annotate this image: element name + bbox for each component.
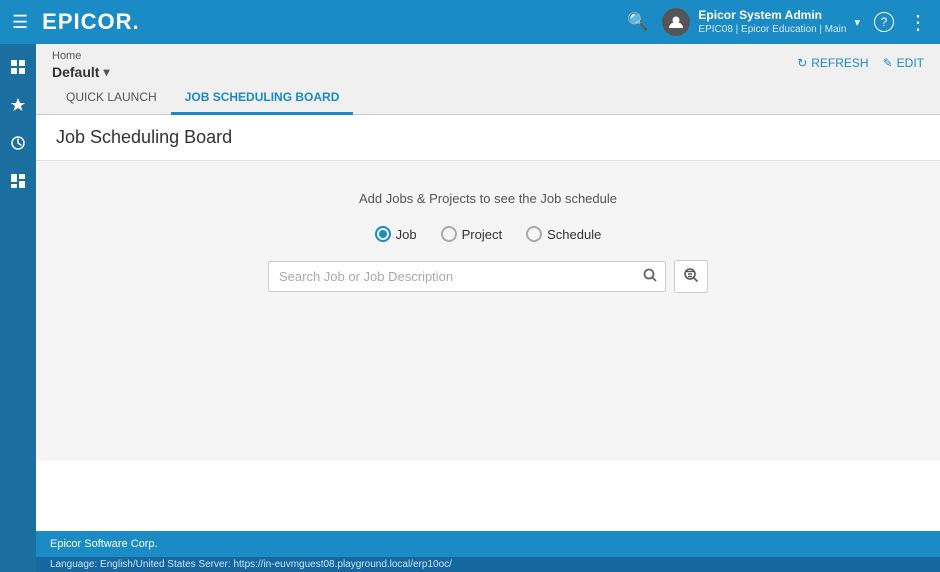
footer-company: Epicor Software Corp. <box>50 535 926 553</box>
tabs-bar: QUICK LAUNCH JOB SCHEDULING BOARD <box>36 82 940 115</box>
search-input[interactable] <box>269 262 635 291</box>
edit-icon: ✎ <box>883 56 893 70</box>
breadcrumb-home: Home <box>52 50 109 62</box>
page-title-bar: Job Scheduling Board <box>36 115 940 161</box>
breadcrumb-bar: Home Default ▾ ↻ REFRESH ✎ EDIT <box>36 44 940 80</box>
radio-project-circle <box>441 226 457 242</box>
radio-group: Job Project Schedule <box>375 226 602 242</box>
sidebar <box>0 44 36 572</box>
footer-wrapper: Epicor Software Corp. Language: English/… <box>36 531 940 572</box>
user-section[interactable]: Epicor System Admin EPIC08 | Epicor Educ… <box>662 8 860 37</box>
refresh-label: REFRESH <box>811 56 868 70</box>
sidebar-apps-icon[interactable] <box>3 52 33 82</box>
sidebar-dashboard-icon[interactable] <box>3 166 33 196</box>
page-title: Job Scheduling Board <box>56 127 920 148</box>
help-icon[interactable]: ? <box>874 12 894 32</box>
footer-sub: Language: English/United States Server: … <box>36 557 940 572</box>
breadcrumb-title: Default ▾ <box>52 64 109 80</box>
breadcrumb-default-label: Default <box>52 64 99 80</box>
sidebar-favorites-icon[interactable] <box>3 90 33 120</box>
search-input-wrapper <box>268 261 666 292</box>
radio-schedule-label: Schedule <box>547 227 601 242</box>
more-options-icon[interactable]: ⋮ <box>908 10 928 35</box>
radio-job-circle <box>375 226 391 242</box>
edit-label: EDIT <box>897 56 924 70</box>
search-submit-button[interactable] <box>635 262 665 291</box>
main-layout: Home Default ▾ ↻ REFRESH ✎ EDIT QU <box>0 44 940 572</box>
search-row <box>268 260 708 293</box>
tab-job-scheduling-board[interactable]: JOB SCHEDULING BOARD <box>171 82 354 115</box>
breadcrumb-actions: ↻ REFRESH ✎ EDIT <box>797 56 924 70</box>
user-info: Epicor System Admin EPIC08 | Epicor Educ… <box>698 8 846 37</box>
radio-project-label: Project <box>462 227 502 242</box>
edit-button[interactable]: ✎ EDIT <box>883 56 924 70</box>
user-avatar <box>662 8 690 36</box>
hamburger-icon[interactable]: ☰ <box>12 12 28 33</box>
header-right: 🔍 Epicor System Admin EPIC08 | Epicor Ed… <box>627 8 928 37</box>
epicor-logo: EPICOR. <box>42 9 139 35</box>
refresh-button[interactable]: ↻ REFRESH <box>797 56 868 70</box>
search-header-icon[interactable]: 🔍 <box>627 12 648 32</box>
radio-job[interactable]: Job <box>375 226 417 242</box>
refresh-icon: ↻ <box>797 56 807 70</box>
breadcrumb-chevron-icon[interactable]: ▾ <box>103 65 109 79</box>
footer: Epicor Software Corp. <box>36 531 940 557</box>
advanced-search-button[interactable] <box>674 260 708 293</box>
logo-text: EPICOR. <box>42 9 139 34</box>
user-chevron-icon[interactable]: ▾ <box>854 16 860 29</box>
user-sub: EPIC08 | Epicor Education | Main <box>698 23 846 36</box>
radio-project[interactable]: Project <box>441 226 502 242</box>
page-body: Job Scheduling Board Add Jobs & Projects… <box>36 115 940 531</box>
top-header: ☰ EPICOR. 🔍 Epicor System Admin EPIC08 |… <box>0 0 940 44</box>
radio-schedule[interactable]: Schedule <box>526 226 601 242</box>
sidebar-history-icon[interactable] <box>3 128 33 158</box>
user-name: Epicor System Admin <box>698 8 846 24</box>
breadcrumb-left: Home Default ▾ <box>52 50 109 80</box>
radio-job-label: Job <box>396 227 417 242</box>
content-area: Add Jobs & Projects to see the Job sched… <box>36 161 940 461</box>
info-message: Add Jobs & Projects to see the Job sched… <box>359 191 617 206</box>
main-content: Home Default ▾ ↻ REFRESH ✎ EDIT QU <box>36 44 940 572</box>
radio-schedule-circle <box>526 226 542 242</box>
tab-quick-launch[interactable]: QUICK LAUNCH <box>52 82 171 115</box>
